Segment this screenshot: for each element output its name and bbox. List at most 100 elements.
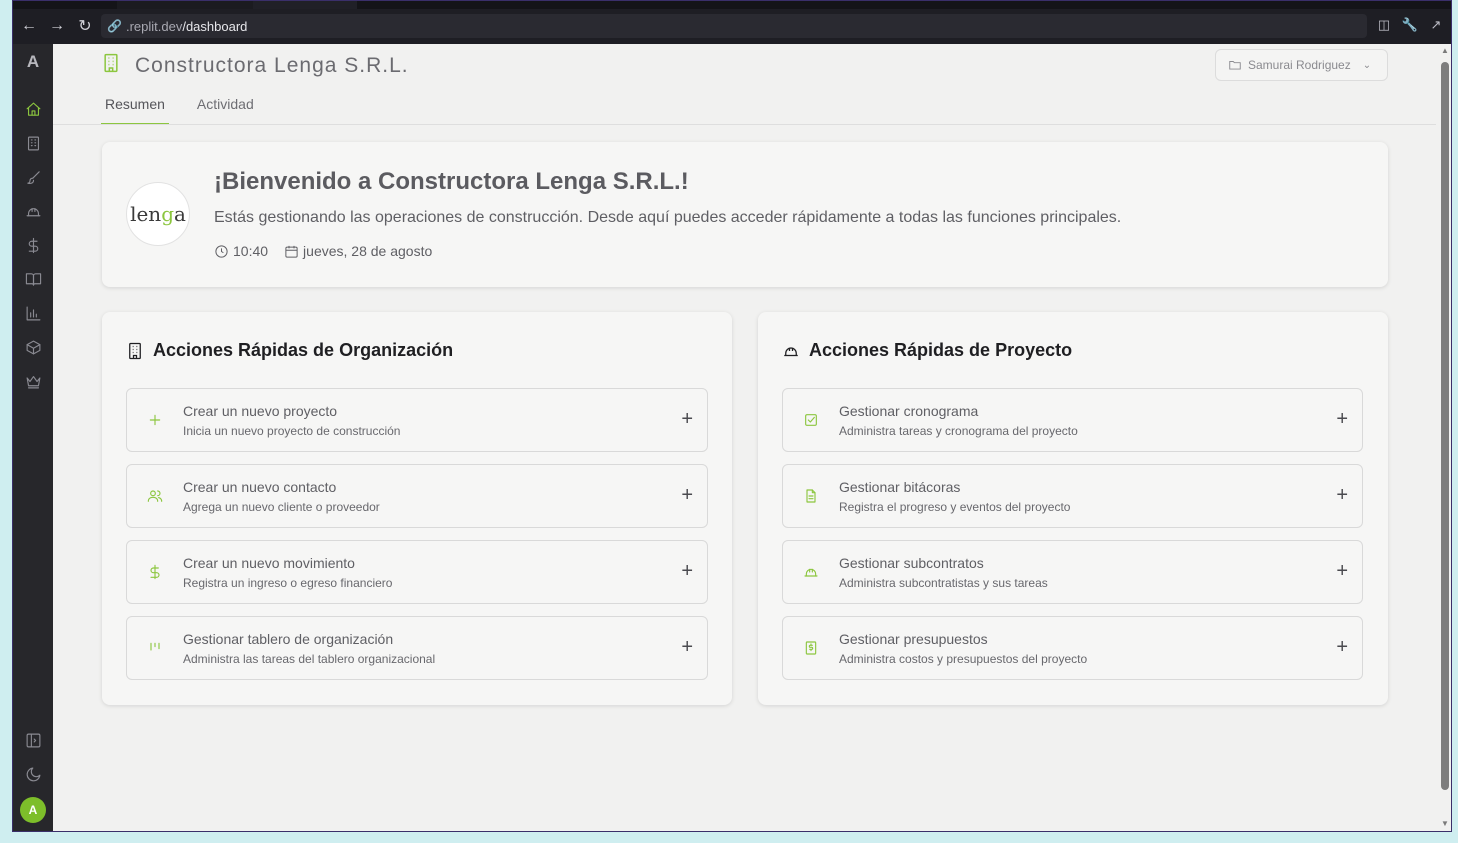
- scrollbar-thumb[interactable]: [1441, 62, 1449, 790]
- action-manage-subcontracts[interactable]: Gestionar subcontratos Administra subcon…: [782, 540, 1363, 604]
- welcome-meta: 10:40 jueves, 28 de agosto: [214, 243, 432, 259]
- helmet-icon[interactable]: [24, 202, 42, 220]
- date-value: jueves, 28 de agosto: [303, 243, 433, 259]
- moon-icon[interactable]: [24, 765, 42, 783]
- action-manage-logs[interactable]: Gestionar bitácoras Registra el progreso…: [782, 464, 1363, 528]
- add-icon[interactable]: +: [681, 561, 693, 581]
- file-text-icon: [803, 488, 819, 504]
- package-icon[interactable]: [24, 338, 42, 356]
- plus-icon: [147, 412, 163, 428]
- action-manage-schedule[interactable]: Gestionar cronograma Administra tareas y…: [782, 388, 1363, 452]
- welcome-card: len g a ¡Bienvenido a Constructora Lenga S…: [102, 142, 1388, 287]
- dollar-icon: [147, 564, 163, 580]
- welcome-title: ¡Bienvenido a Constructora Lenga S.R.L.!: [214, 168, 689, 195]
- action-create-contact[interactable]: Crear un nuevo contacto Agrega un nuevo …: [126, 464, 708, 528]
- brush-icon[interactable]: [24, 168, 42, 186]
- panel-heading: Acciones Rápidas de Organización: [126, 340, 453, 361]
- wrench-icon[interactable]: 🔧: [1401, 16, 1419, 34]
- add-icon[interactable]: +: [1336, 485, 1348, 505]
- org-header: Constructora Lenga S.R.L.: [101, 52, 409, 79]
- link-icon: 🔗: [107, 19, 122, 33]
- app-root: A A Constructora Lenga S.R.L. Samurai Ro…: [13, 44, 1451, 831]
- helmet-icon: [803, 564, 819, 580]
- action-subtitle: Administra las tareas del tablero organi…: [183, 652, 436, 666]
- action-subtitle: Inicia un nuevo proyecto de construcción: [183, 424, 401, 438]
- action-create-project[interactable]: Crear un nuevo proyecto Inicia un nuevo …: [126, 388, 708, 452]
- back-icon[interactable]: ←: [15, 12, 43, 40]
- app-logo[interactable]: A: [13, 52, 53, 72]
- receipt-icon: [803, 640, 819, 656]
- organization-logo: len g a: [126, 182, 190, 246]
- folder-icon: [1229, 61, 1241, 70]
- action-manage-org-board[interactable]: Gestionar tablero de organización Admini…: [126, 616, 708, 680]
- helmet-icon: [784, 346, 798, 356]
- user-avatar[interactable]: A: [20, 797, 46, 823]
- tab-resumen[interactable]: Resumen: [101, 88, 169, 125]
- add-icon[interactable]: +: [1336, 409, 1348, 429]
- action-subtitle: Administra subcontratistas y sus tareas: [839, 576, 1048, 590]
- tab-bar: Resumen Actividad: [101, 88, 282, 125]
- logo-text: len: [130, 202, 162, 226]
- bar-chart-icon[interactable]: [24, 304, 42, 322]
- action-title: Gestionar cronograma: [839, 403, 979, 419]
- icon-sidebar: A A: [13, 44, 53, 831]
- add-icon[interactable]: +: [681, 409, 693, 429]
- action-title: Gestionar presupuestos: [839, 631, 988, 647]
- action-title: Crear un nuevo proyecto: [183, 403, 338, 419]
- org-quick-actions-panel: Acciones Rápidas de Organización Crear u…: [102, 312, 732, 705]
- panel-title: Acciones Rápidas de Proyecto: [809, 340, 1073, 360]
- organization-title: Constructora Lenga S.R.L.: [135, 53, 409, 77]
- add-icon[interactable]: +: [681, 485, 693, 505]
- project-quick-actions-panel: Acciones Rápidas de Proyecto Gestionar c…: [758, 312, 1388, 705]
- action-title: Gestionar bitácoras: [839, 479, 961, 495]
- browser-tab[interactable]: [253, 1, 357, 9]
- address-bar: ← → ↻ 🔗 .replit.dev/dashboard ◫ 🔧 ↗: [13, 9, 1451, 43]
- check-square-icon: [803, 412, 819, 428]
- add-icon[interactable]: +: [1336, 561, 1348, 581]
- scroll-down-icon[interactable]: ▼: [1441, 820, 1449, 828]
- time-display: 10:40: [214, 243, 268, 259]
- url-path: /dashboard: [182, 18, 248, 34]
- devices-icon[interactable]: ◫: [1375, 16, 1393, 34]
- vertical-scrollbar[interactable]: ▲ ▼: [1439, 44, 1451, 831]
- crown-icon[interactable]: [24, 372, 42, 390]
- user-selector-label: Samurai Rodriguez: [1248, 58, 1351, 72]
- action-title: Gestionar tablero de organización: [183, 631, 394, 647]
- chevron-down-icon: ⌄: [1362, 59, 1372, 71]
- action-manage-budgets[interactable]: Gestionar presupuestos Administra costos…: [782, 616, 1363, 680]
- add-icon[interactable]: +: [681, 637, 693, 657]
- action-create-movement[interactable]: Crear un nuevo movimiento Registra un in…: [126, 540, 708, 604]
- browser-window: ← → ↻ 🔗 .replit.dev/dashboard ◫ 🔧 ↗ A A …: [12, 0, 1452, 832]
- add-icon[interactable]: +: [1336, 637, 1348, 657]
- action-title: Gestionar subcontratos: [839, 555, 984, 571]
- action-title: Crear un nuevo movimiento: [183, 555, 355, 571]
- logo-text-accent: g: [161, 202, 174, 226]
- welcome-description: Estás gestionando las operaciones de con…: [214, 209, 1122, 226]
- clock-icon: [215, 244, 228, 258]
- tab-actividad[interactable]: Actividad: [193, 88, 258, 125]
- url-host: .replit.dev: [125, 18, 183, 34]
- external-link-icon[interactable]: ↗: [1427, 16, 1445, 34]
- date-display: jueves, 28 de agosto: [284, 243, 432, 259]
- building-icon: [101, 52, 121, 79]
- action-subtitle: Registra un ingreso o egreso financiero: [183, 576, 393, 590]
- reload-icon[interactable]: ↻: [71, 12, 99, 40]
- dollar-icon[interactable]: [24, 236, 42, 254]
- browser-tab-strip: [13, 1, 1451, 9]
- action-subtitle: Administra tareas y cronograma del proye…: [839, 424, 1078, 438]
- book-icon[interactable]: [24, 270, 42, 288]
- building-icon[interactable]: [24, 134, 42, 152]
- scroll-up-icon[interactable]: ▲: [1441, 47, 1449, 55]
- browser-tab[interactable]: [117, 1, 253, 9]
- forward-icon[interactable]: →: [43, 12, 71, 40]
- action-subtitle: Administra costos y presupuestos del pro…: [839, 652, 1088, 666]
- user-selector[interactable]: Samurai Rodriguez ⌄: [1215, 49, 1388, 81]
- action-subtitle: Registra el progreso y eventos del proye…: [839, 500, 1071, 514]
- building-icon: [129, 342, 141, 359]
- home-icon[interactable]: [24, 100, 42, 118]
- time-value: 10:40: [233, 243, 269, 259]
- sidebar-toggle-icon[interactable]: [24, 731, 42, 749]
- logo-text: a: [174, 202, 186, 226]
- divider: [53, 124, 1436, 125]
- url-input[interactable]: 🔗 .replit.dev/dashboard: [101, 14, 1367, 38]
